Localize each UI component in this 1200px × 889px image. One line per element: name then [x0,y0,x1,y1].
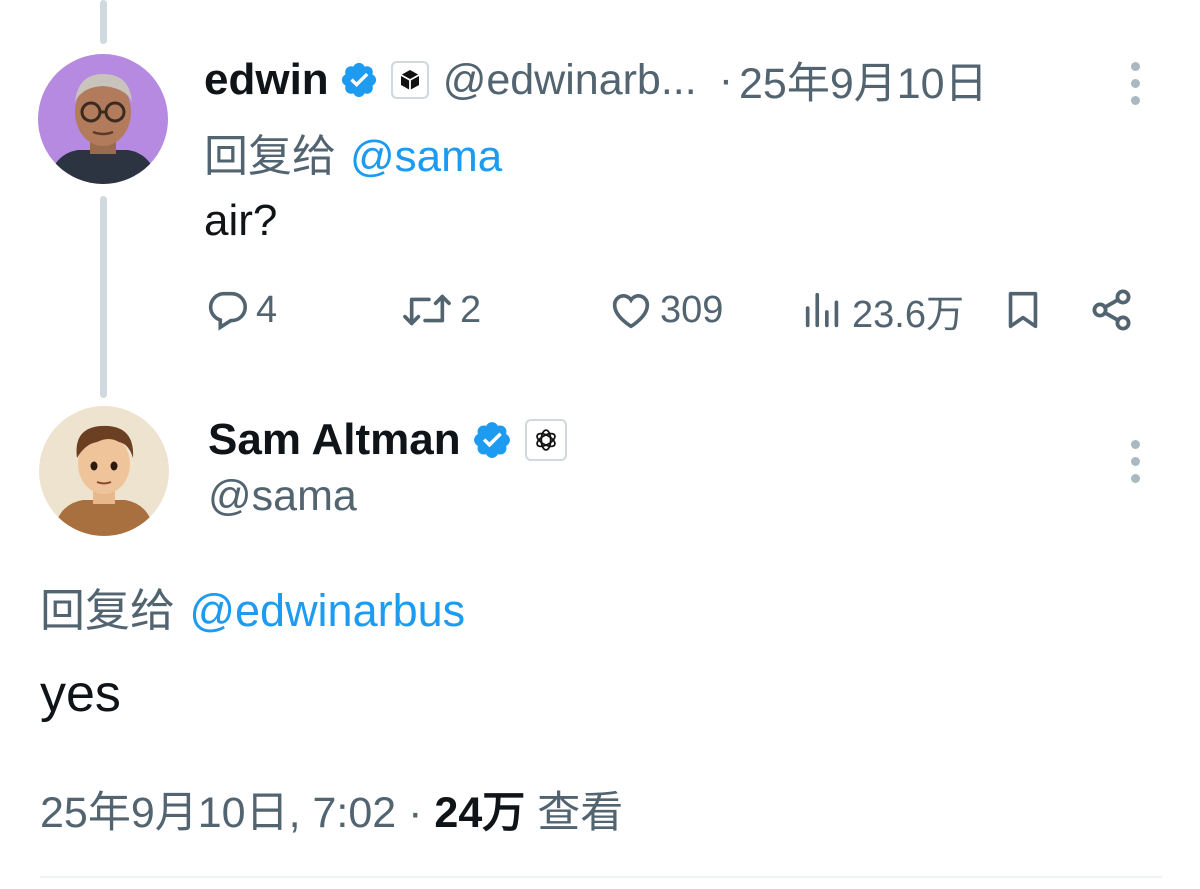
verified-badge-icon [339,60,379,100]
tweet-text: air? [204,196,278,245]
heart-icon [608,287,654,333]
views-button[interactable]: 23.6万 [800,282,964,338]
openai-logo-icon[interactable] [524,419,567,461]
share-button[interactable] [1088,282,1136,338]
author-handle[interactable]: @sama [208,472,357,521]
tweet-actions-bar: 4 2 309 23.6万 [204,282,1144,338]
more-vertical-icon[interactable] [1125,62,1145,105]
tweet-meta: 25年9月10日, 7:02 · 24万 查看 [40,778,623,840]
replying-prefix: 回复给 [204,131,336,182]
separator-dot: · [718,55,734,104]
sama-avatar[interactable] [39,406,169,536]
replying-to: 回复给 @edwinarbus [40,574,465,639]
thread-line-connector [100,196,107,398]
main-tweet-header: Sam Altman [208,410,567,470]
author-handle[interactable]: @edwinarb... [443,56,697,105]
tweet-timestamp[interactable]: 25年9月10日, 7:02 [40,789,396,837]
retweet-button[interactable]: 2 [400,282,481,338]
replying-mention-link[interactable]: @edwinarbus [189,585,465,636]
reply-tweet-header: edwin @edwinarb... · 25年9月10日 [204,52,988,108]
bookmark-icon [1000,287,1046,333]
like-count: 309 [660,288,724,331]
replying-to: 回复给 @sama [204,120,502,184]
views-label: 查看 [537,789,624,837]
views-count: 23.6万 [852,293,964,336]
views-count[interactable]: 24万 [434,789,525,837]
replying-mention-link[interactable]: @sama [350,132,502,181]
views-icon [800,287,846,333]
tweet-date[interactable]: 25年9月10日 [739,49,988,111]
cube-logo-icon[interactable] [390,61,429,99]
reply-count: 4 [256,288,278,331]
bookmark-button[interactable] [1000,282,1046,338]
like-button[interactable]: 309 [608,282,723,338]
replying-prefix: 回复给 [40,584,176,637]
thread-line-top [100,0,107,44]
author-name[interactable]: Sam Altman [208,415,461,465]
more-vertical-icon[interactable] [1125,440,1145,483]
share-icon [1088,286,1136,334]
reply-icon [204,287,250,333]
tweet-text: yes [40,665,121,723]
retweet-count: 2 [460,288,482,331]
separator-dot: · [408,789,423,837]
reply-button[interactable]: 4 [204,282,277,338]
divider [40,876,1162,878]
author-name[interactable]: edwin [204,55,329,105]
edwin-avatar[interactable] [38,54,168,184]
retweet-icon [400,287,454,333]
verified-badge-icon [471,419,513,461]
